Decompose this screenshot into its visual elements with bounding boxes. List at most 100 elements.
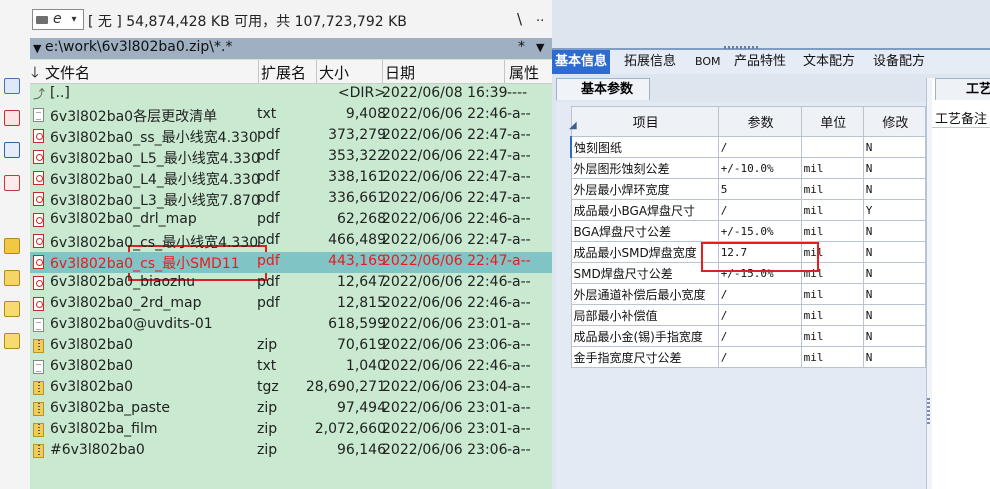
- history-dropdown-icon[interactable]: ▼: [536, 41, 544, 54]
- root-button[interactable]: \: [517, 10, 522, 28]
- cell-modify[interactable]: N: [862, 325, 927, 347]
- subtab-basic-params[interactable]: 基本参数: [556, 78, 650, 100]
- file-row[interactable]: 6v3l802ba0@uvdits-01 618,599 2022/06/06 23…: [30, 315, 552, 336]
- splitter-grip[interactable]: [927, 398, 930, 424]
- parent-dir-button[interactable]: ..: [536, 10, 544, 25]
- cell-unit[interactable]: mil: [800, 283, 864, 305]
- tab-extended-info[interactable]: 拓展信息: [624, 50, 676, 74]
- cell-unit[interactable]: [800, 136, 864, 158]
- cell-unit[interactable]: mil: [800, 262, 864, 284]
- file-row[interactable]: 6v3l802ba_film zip 2,072,660 2022/06/06 23:…: [30, 420, 552, 441]
- col-unit[interactable]: 单位: [800, 106, 864, 137]
- cell-unit[interactable]: mil: [800, 304, 864, 326]
- file-row[interactable]: 6v3l802ba0_L5_最小线宽4.330 pdf 353,322 2022/06…: [30, 147, 552, 168]
- file-row[interactable]: 6v3l802ba0_L3_最小线宽7.870 pdf 336,661 2022/06…: [30, 189, 552, 210]
- cell-param[interactable]: +/-15.0%: [717, 262, 802, 284]
- cell-item[interactable]: SMD焊盘尺寸公差: [570, 262, 719, 284]
- compare-icon[interactable]: [4, 175, 20, 191]
- column-date[interactable]: 日期: [385, 62, 415, 83]
- cell-param[interactable]: /: [717, 325, 802, 347]
- cell-modify[interactable]: N: [862, 262, 927, 284]
- cell-item[interactable]: 金手指宽度尺寸公差: [570, 346, 719, 368]
- col-modify[interactable]: 修改: [862, 106, 927, 137]
- file-row[interactable]: #6v3l802ba0 zip 96,146 2022/06/06 23:06 -a--: [30, 441, 552, 462]
- folder-open-icon[interactable]: [4, 333, 20, 349]
- cell-item[interactable]: BGA焊盘尺寸公差: [570, 220, 719, 242]
- grid-row[interactable]: 成品最小SMD焊盘宽度 12.7 mil N: [570, 241, 927, 263]
- cell-item[interactable]: 外层最小焊环宽度: [570, 178, 719, 200]
- folder-sync-icon[interactable]: [4, 270, 20, 286]
- tab-process[interactable]: 工艺: [935, 78, 990, 100]
- tab-basic-info[interactable]: 基本信息: [552, 50, 611, 74]
- cell-unit[interactable]: mil: [800, 346, 864, 368]
- cell-item[interactable]: 外层通道补偿后最小宽度: [570, 283, 719, 305]
- file-row[interactable]: 6v3l802ba0_cs_最小线宽4.330 pdf 466,489 2022/06…: [30, 231, 552, 252]
- cell-param[interactable]: +/-15.0%: [717, 220, 802, 242]
- cell-item[interactable]: 成品最小BGA焊盘尺寸: [570, 199, 719, 221]
- cell-unit[interactable]: mil: [800, 220, 864, 242]
- cell-modify[interactable]: Y: [862, 199, 927, 221]
- file-row[interactable]: 6v3l802ba0_L4_最小线宽4.330 pdf 338,161 2022/06…: [30, 168, 552, 189]
- grid-row[interactable]: 成品最小BGA焊盘尺寸 / mil Y: [570, 199, 927, 221]
- cell-modify[interactable]: N: [862, 346, 927, 368]
- cell-modify[interactable]: N: [862, 178, 927, 200]
- search-files-icon[interactable]: [4, 78, 20, 94]
- cell-modify[interactable]: N: [862, 283, 927, 305]
- cell-item[interactable]: 成品最小SMD焊盘宽度: [570, 241, 719, 263]
- file-row[interactable]: 6v3l802ba_paste zip 97,494 2022/06/06 23:01…: [30, 399, 552, 420]
- cell-unit[interactable]: mil: [800, 325, 864, 347]
- file-row[interactable]: 6v3l802ba0_cs_最小SMD11 pdf 443,169 2022/06/0…: [30, 252, 552, 273]
- cell-modify[interactable]: N: [862, 220, 927, 242]
- find-red-icon[interactable]: [4, 110, 20, 126]
- grid-row[interactable]: BGA焊盘尺寸公差 +/-15.0% mil N: [570, 220, 927, 242]
- column-divider[interactable]: [258, 60, 259, 83]
- cell-item[interactable]: 外层图形蚀刻公差: [570, 157, 719, 179]
- file-row[interactable]: 6v3l802ba0各层更改清单 txt 9,408 2022/06/06 22:46…: [30, 105, 552, 126]
- file-row[interactable]: 6v3l802ba0 zip 70,619 2022/06/06 23:06 -a--: [30, 336, 552, 357]
- column-divider[interactable]: [316, 60, 317, 83]
- tab-text-recipe[interactable]: 文本配方: [803, 50, 855, 74]
- file-row[interactable]: 6v3l802ba0_biaozhu pdf 12,647 2022/06/06 22…: [30, 273, 552, 294]
- file-row[interactable]: 6v3l802ba0_drl_map pdf 62,268 2022/06/06 22…: [30, 210, 552, 231]
- cell-param[interactable]: /: [717, 136, 802, 158]
- path-bar[interactable]: ▼ e:\work\6v3l802ba0.zip\*.* * ▼: [30, 38, 552, 59]
- tab-device-recipe[interactable]: 设备配方: [873, 50, 925, 74]
- column-attr[interactable]: 属性: [509, 62, 539, 83]
- cell-unit[interactable]: mil: [800, 157, 864, 179]
- cell-item[interactable]: 成品最小金(锡)手指宽度: [570, 325, 719, 347]
- grid-row[interactable]: 外层最小焊环宽度 5 mil N: [570, 178, 927, 200]
- grid-row[interactable]: 蚀刻图纸 / N: [569, 136, 927, 158]
- column-size[interactable]: 大小: [319, 62, 349, 83]
- cell-param[interactable]: /: [717, 283, 802, 305]
- col-param[interactable]: 参数: [717, 106, 802, 137]
- drive-selector[interactable]: e ▾: [32, 9, 84, 30]
- cell-param[interactable]: /: [717, 346, 802, 368]
- file-row[interactable]: 6v3l802ba0_2rd_map pdf 12,815 2022/06/06 22…: [30, 294, 552, 315]
- file-row[interactable]: ⤴ [..] <DIR> 2022/06/08 16:39 ----: [30, 84, 552, 105]
- grid-row[interactable]: 外层图形蚀刻公差 +/-10.0% mil N: [570, 157, 927, 179]
- cell-item[interactable]: 蚀刻图纸: [569, 136, 719, 158]
- cell-item[interactable]: 局部最小补偿值: [570, 304, 719, 326]
- cell-param[interactable]: 5: [717, 178, 802, 200]
- grid-row[interactable]: 外层通道补偿后最小宽度 / mil N: [570, 283, 927, 305]
- column-divider[interactable]: [504, 60, 505, 83]
- file-row[interactable]: 6v3l802ba0 tgz 28,690,271 2022/06/06 23:04-…: [30, 378, 552, 399]
- grid-row[interactable]: 局部最小补偿值 / mil N: [570, 304, 927, 326]
- filter-star[interactable]: *: [518, 39, 525, 55]
- column-divider[interactable]: [382, 60, 383, 83]
- grid-row[interactable]: 金手指宽度尺寸公差 / mil N: [570, 346, 927, 368]
- cell-modify[interactable]: N: [862, 241, 927, 263]
- copy-icon[interactable]: [4, 142, 20, 158]
- cell-unit[interactable]: mil: [800, 178, 864, 200]
- cell-param[interactable]: +/-10.0%: [717, 157, 802, 179]
- package-icon[interactable]: [4, 238, 20, 254]
- file-row[interactable]: 6v3l802ba0_ss_最小线宽4.330 pdf 373,279 2022/06…: [30, 126, 552, 147]
- column-ext[interactable]: 扩展名: [261, 62, 306, 83]
- col-item[interactable]: 项目: [570, 106, 719, 137]
- grid-row[interactable]: SMD焊盘尺寸公差 +/-15.0% mil N: [570, 262, 927, 284]
- path-dropdown-icon[interactable]: ▼: [33, 42, 41, 55]
- cell-modify[interactable]: N: [862, 136, 927, 158]
- folder-icon[interactable]: [4, 301, 20, 317]
- cell-param[interactable]: 12.7: [717, 241, 802, 263]
- cell-unit[interactable]: mil: [800, 241, 864, 263]
